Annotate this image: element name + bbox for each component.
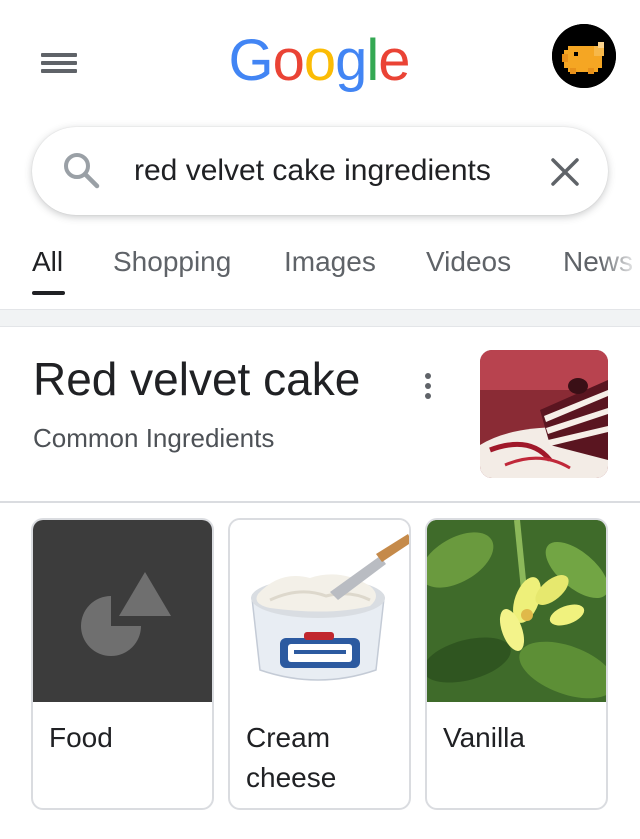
tab-videos[interactable]: Videos [426, 246, 511, 278]
top-bar: Google [0, 0, 640, 120]
logo-letter: g [335, 28, 367, 93]
ingredient-card-food[interactable]: Food [31, 518, 214, 810]
search-input[interactable] [134, 145, 534, 197]
knowledge-panel-subtitle: Common Ingredients [33, 423, 275, 453]
red-velvet-cake-slice-image[interactable] [480, 350, 608, 478]
search-tabs: All Shopping Images Videos News [0, 238, 640, 308]
pig-avatar-icon[interactable] [552, 24, 616, 88]
vanilla-flower-plant-image [427, 520, 606, 702]
ingredient-label: Cream cheese [246, 722, 337, 793]
logo-letter: l [366, 28, 379, 93]
logo-letter: G [228, 28, 273, 93]
google-logo[interactable]: Google [224, 26, 414, 96]
close-icon[interactable] [545, 152, 585, 192]
more-vertical-icon[interactable] [418, 370, 438, 402]
logo-letter: o [272, 28, 305, 93]
ingredient-card-vanilla[interactable]: Vanilla [425, 518, 608, 810]
tab-images[interactable]: Images [284, 246, 376, 278]
logo-letter: e [378, 28, 410, 93]
hamburger-menu-icon[interactable] [38, 48, 80, 78]
food-placeholder-shapes-icon [33, 520, 212, 702]
tab-all[interactable]: All [32, 246, 63, 278]
search-box[interactable] [32, 127, 608, 215]
knowledge-panel-title[interactable]: Red velvet cake [33, 352, 360, 406]
tabs-fade-overlay [600, 238, 640, 308]
philadelphia-cream-cheese-tub-image [230, 520, 409, 702]
panel-divider [0, 501, 640, 503]
tab-shopping[interactable]: Shopping [113, 246, 231, 278]
search-icon[interactable] [60, 149, 104, 193]
ingredient-label: Food [49, 722, 113, 753]
active-tab-indicator [32, 291, 65, 295]
logo-letter: o [303, 28, 336, 93]
ingredient-label: Vanilla [443, 722, 525, 753]
section-separator [0, 309, 640, 327]
ingredient-card-cream-cheese[interactable]: Cream cheese [228, 518, 411, 810]
